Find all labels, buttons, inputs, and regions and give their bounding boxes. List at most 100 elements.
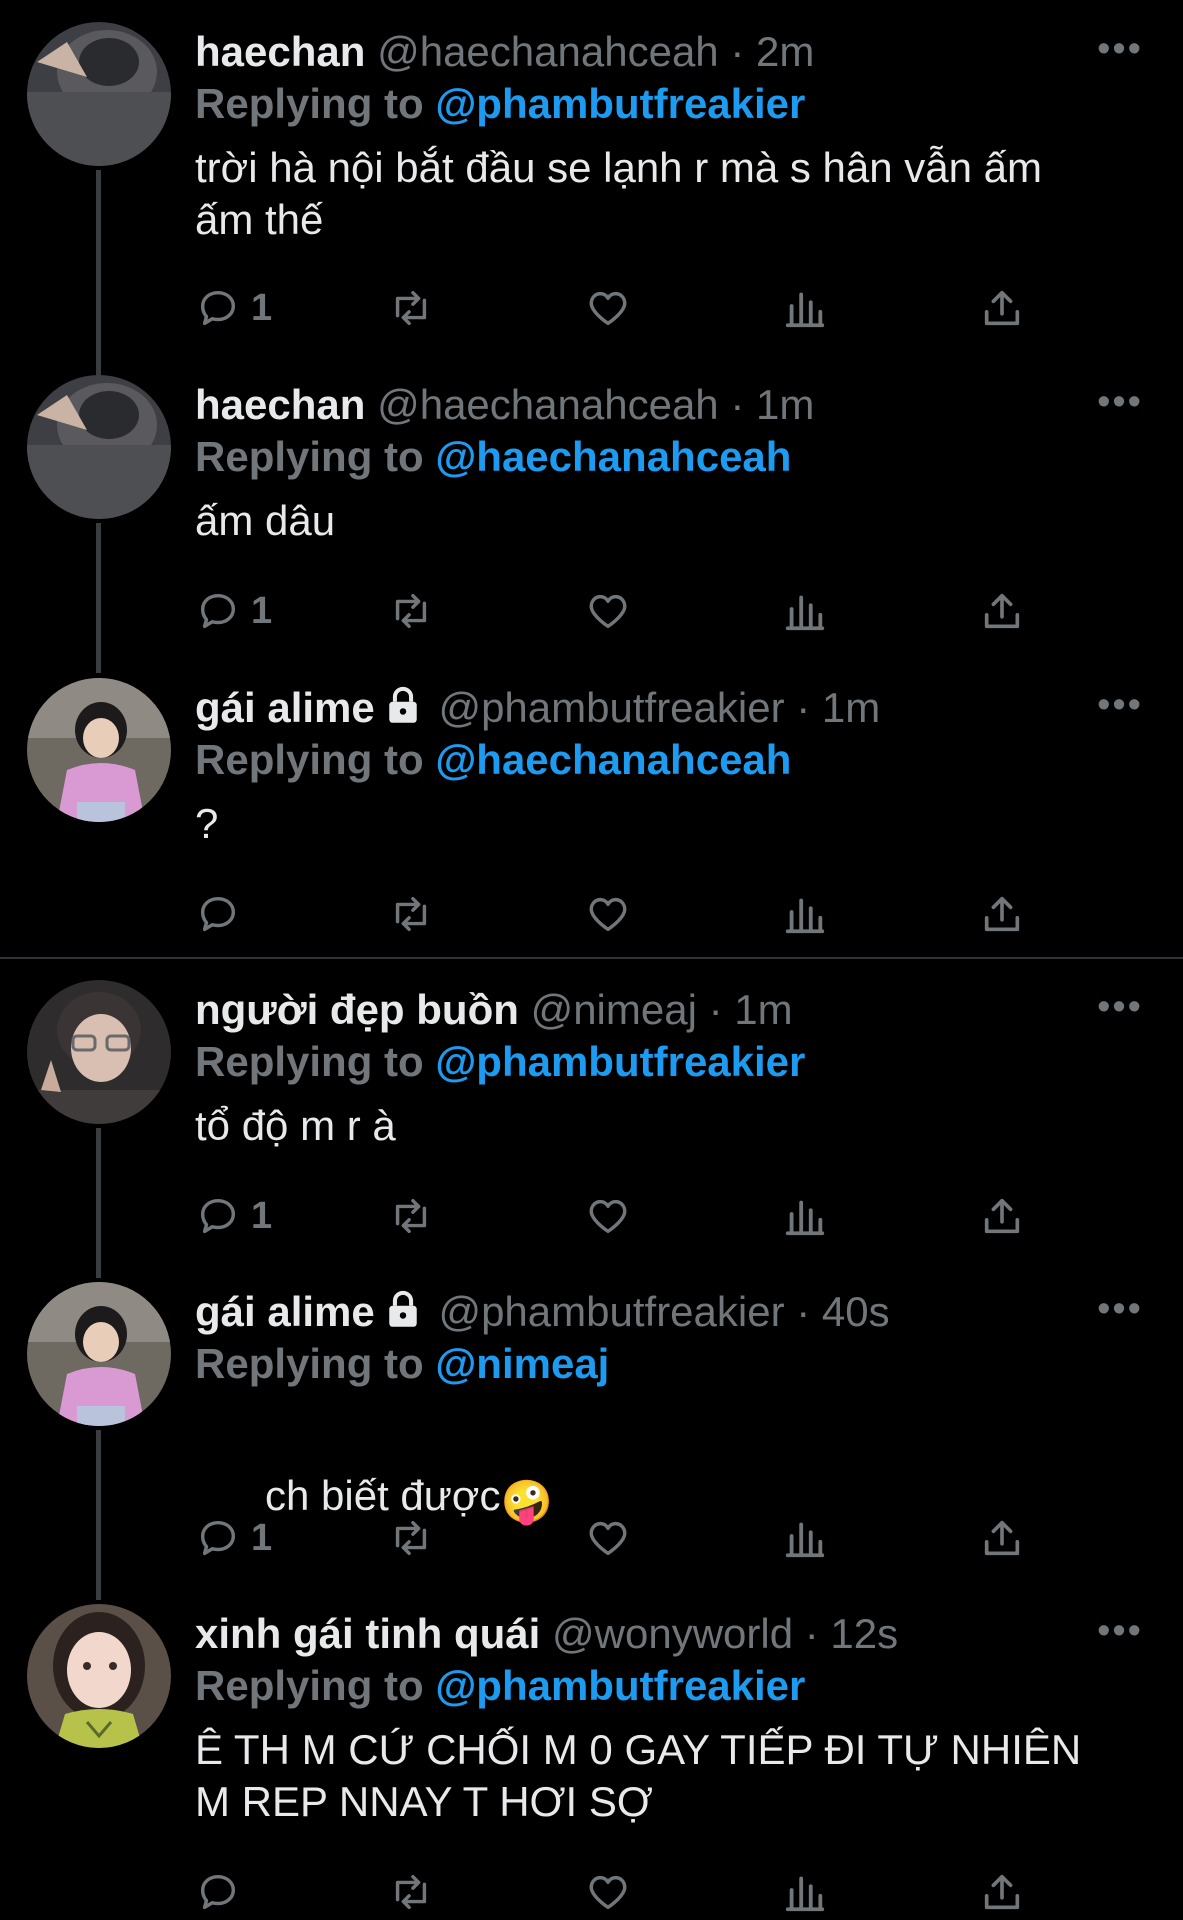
retweet-button[interactable] — [388, 1866, 434, 1918]
tweet-header: haechan @haechanahceah · 2m — [195, 26, 814, 78]
user-handle[interactable]: @haechanahceah — [377, 28, 719, 75]
avatar[interactable] — [27, 980, 171, 1124]
share-icon — [984, 593, 1020, 629]
reply-count: 1 — [251, 589, 273, 632]
replying-to: Replying to @phambutfreakier — [195, 1036, 805, 1088]
analytics-icon — [785, 292, 825, 328]
analytics-icon — [785, 595, 825, 631]
display-name[interactable]: gái alime — [195, 684, 375, 731]
replying-to-handle[interactable]: @nimeaj — [435, 1340, 609, 1387]
like-button[interactable] — [585, 888, 631, 940]
avatar[interactable] — [27, 1604, 171, 1748]
retweet-button[interactable] — [388, 585, 434, 637]
analytics-button[interactable] — [782, 282, 828, 334]
tweet-actions: 1 — [195, 282, 1135, 334]
share-icon — [984, 1874, 1020, 1910]
user-handle[interactable]: @wonyworld — [552, 1610, 793, 1657]
avatar[interactable] — [27, 678, 171, 822]
user-handle[interactable]: @phambutfreakier — [438, 684, 784, 731]
reply-button[interactable]: 1 — [195, 1190, 272, 1242]
reply-button[interactable] — [195, 888, 251, 940]
avatar[interactable] — [27, 1282, 171, 1426]
more-options-icon[interactable]: ••• — [1097, 1290, 1143, 1328]
replying-to-handle[interactable]: @phambutfreakier — [435, 1662, 805, 1709]
replying-to-handle[interactable]: @phambutfreakier — [435, 80, 805, 127]
retweet-button[interactable] — [388, 888, 434, 940]
like-button[interactable] — [585, 585, 631, 637]
tweet-text: Ê TH M CỨ CHỐI M 0 GAY TIẾP ĐI TỰ NHIÊN … — [195, 1726, 1082, 1825]
tweet-header: gái alime @phambutfreakier · 1m — [195, 682, 880, 734]
share-button[interactable] — [979, 585, 1025, 637]
like-button[interactable] — [585, 1866, 631, 1918]
tweet-actions: 1 — [195, 1190, 1135, 1242]
reply-icon — [200, 290, 236, 326]
heart-icon — [589, 291, 627, 326]
avatar[interactable] — [27, 375, 171, 519]
replying-to-handle[interactable]: @phambutfreakier — [435, 1038, 805, 1085]
heart-icon — [589, 1521, 627, 1556]
separator-dot: · — [730, 381, 745, 428]
like-button[interactable] — [585, 1512, 631, 1564]
analytics-button[interactable] — [782, 585, 828, 637]
tweet-text: ấm dâu — [195, 497, 336, 544]
retweet-icon — [395, 593, 427, 629]
reply-icon — [200, 593, 236, 629]
analytics-button[interactable] — [782, 1512, 828, 1564]
replying-to: Replying to @haechanahceah — [195, 431, 791, 483]
share-button[interactable] — [979, 1512, 1025, 1564]
separator-dot: · — [796, 1288, 811, 1335]
like-button[interactable] — [585, 1190, 631, 1242]
more-options-icon[interactable]: ••• — [1097, 30, 1143, 68]
timestamp[interactable]: 40s — [822, 1288, 890, 1335]
reply-button[interactable]: 1 — [195, 1512, 272, 1564]
thread-divider — [0, 957, 1183, 959]
analytics-button[interactable] — [782, 1190, 828, 1242]
reply-button[interactable] — [195, 1866, 251, 1918]
more-options-icon[interactable]: ••• — [1097, 383, 1143, 421]
reply-icon — [200, 896, 236, 932]
display-name[interactable]: gái alime — [195, 1288, 375, 1335]
reply-icon — [200, 1520, 236, 1556]
replying-to-handle[interactable]: @haechanahceah — [435, 433, 791, 480]
share-button[interactable] — [979, 282, 1025, 334]
more-options-icon[interactable]: ••• — [1097, 1612, 1143, 1650]
display-name[interactable]: haechan — [195, 28, 365, 75]
timestamp[interactable]: 12s — [830, 1610, 898, 1657]
retweet-button[interactable] — [388, 1190, 434, 1242]
display-name[interactable]: haechan — [195, 381, 365, 428]
analytics-button[interactable] — [782, 1866, 828, 1918]
display-name[interactable]: xinh gái tinh quái — [195, 1610, 540, 1657]
replying-to-label: Replying to — [195, 433, 424, 480]
tweet-header: gái alime @phambutfreakier · 40s — [195, 1286, 890, 1338]
share-icon — [984, 1198, 1020, 1234]
replying-to-handle[interactable]: @haechanahceah — [435, 736, 791, 783]
retweet-button[interactable] — [388, 1512, 434, 1564]
thread-line — [96, 1430, 101, 1600]
user-handle[interactable]: @haechanahceah — [377, 381, 719, 428]
user-handle[interactable]: @phambutfreakier — [438, 1288, 784, 1335]
analytics-icon — [785, 1522, 825, 1558]
retweet-button[interactable] — [388, 282, 434, 334]
thread-line — [96, 170, 101, 380]
like-button[interactable] — [585, 282, 631, 334]
share-button[interactable] — [979, 888, 1025, 940]
more-options-icon[interactable]: ••• — [1097, 686, 1143, 724]
display-name[interactable]: người đẹp buồn — [195, 986, 519, 1033]
reply-icon — [200, 1874, 236, 1910]
share-button[interactable] — [979, 1190, 1025, 1242]
timestamp[interactable]: 2m — [756, 28, 814, 75]
tweet-actions: 1 — [195, 1512, 1135, 1564]
user-handle[interactable]: @nimeaj — [531, 986, 697, 1033]
timestamp[interactable]: 1m — [756, 381, 814, 428]
replying-to-label: Replying to — [195, 1662, 424, 1709]
share-icon — [984, 896, 1020, 932]
avatar[interactable] — [27, 22, 171, 166]
timestamp[interactable]: 1m — [822, 684, 880, 731]
reply-button[interactable]: 1 — [195, 585, 272, 637]
analytics-button[interactable] — [782, 888, 828, 940]
tweet-header: người đẹp buồn @nimeaj · 1m — [195, 984, 793, 1036]
timestamp[interactable]: 1m — [734, 986, 792, 1033]
share-button[interactable] — [979, 1866, 1025, 1918]
reply-button[interactable]: 1 — [195, 282, 272, 334]
more-options-icon[interactable]: ••• — [1097, 988, 1143, 1026]
